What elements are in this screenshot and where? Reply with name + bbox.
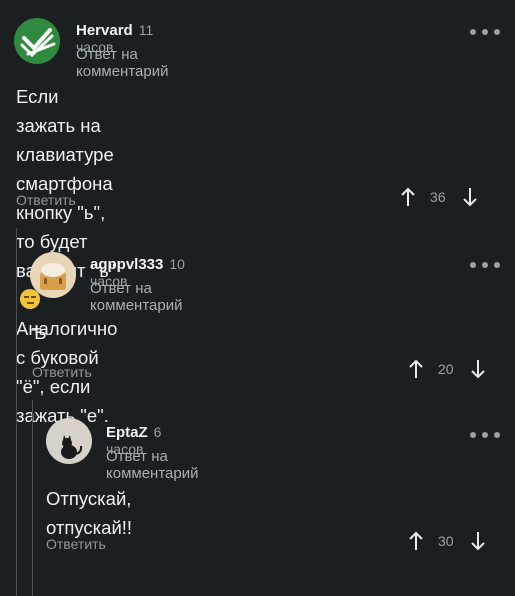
downvote-arrow-icon[interactable] — [468, 530, 488, 552]
avatar-agppvl333[interactable] — [30, 252, 76, 298]
author-label[interactable]: agppvl333 — [90, 256, 163, 273]
reply-context: Ответ на комментарий — [106, 448, 199, 482]
more-options-icon[interactable] — [470, 430, 500, 440]
vote-count: 30 — [438, 533, 454, 549]
more-options-icon[interactable] — [470, 27, 500, 37]
reply-context: Ответ на комментарий — [90, 280, 183, 314]
author-label[interactable]: Hervard — [76, 22, 133, 39]
upvote-arrow-icon[interactable] — [398, 186, 418, 208]
upvote-arrow-icon[interactable] — [406, 530, 426, 552]
reply-context: Ответ на комментарий — [76, 46, 169, 80]
downvote-arrow-icon[interactable] — [460, 186, 480, 208]
reply-button[interactable]: Ответить — [32, 364, 92, 380]
thread-line — [16, 228, 17, 596]
avatar-hervard[interactable] — [14, 18, 60, 64]
more-options-icon[interactable] — [470, 260, 500, 270]
reply-button[interactable]: Ответить — [46, 536, 106, 552]
author-label[interactable]: EptaZ — [106, 424, 148, 441]
avatar-eptaz[interactable] — [46, 418, 92, 464]
thread-line — [32, 400, 33, 596]
upvote-arrow-icon[interactable] — [406, 358, 426, 380]
vote-count: 20 — [438, 361, 454, 377]
vote-controls: 30 — [406, 530, 488, 552]
downvote-arrow-icon[interactable] — [468, 358, 488, 380]
vote-count: 36 — [430, 189, 446, 205]
comment-body: Отпускай, отпускай!! — [46, 488, 133, 538]
comment-body: Ѣ — [32, 322, 47, 343]
vote-controls: 36 — [398, 186, 480, 208]
vote-controls: 20 — [406, 358, 488, 380]
reply-button[interactable]: Ответить — [16, 192, 76, 208]
